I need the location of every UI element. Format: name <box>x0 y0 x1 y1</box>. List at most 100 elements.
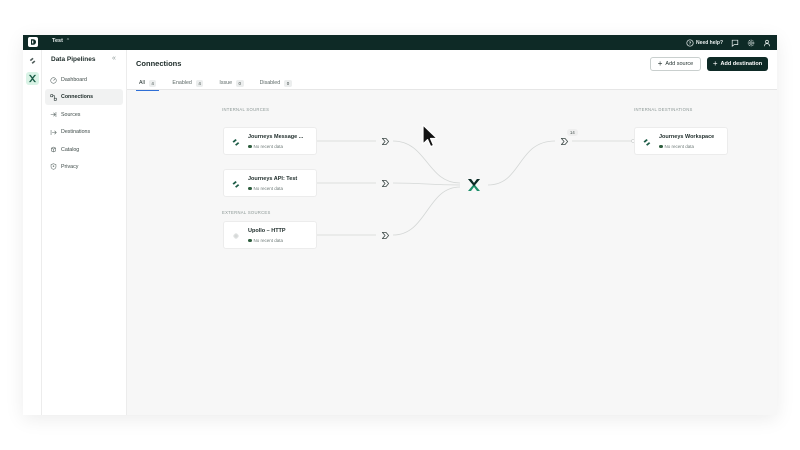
app-rail <box>23 50 42 415</box>
privacy-icon <box>50 163 57 171</box>
node-status: No recent data <box>248 144 283 149</box>
node-status: No recent data <box>248 238 283 243</box>
node-status: No recent data <box>659 144 694 149</box>
sidebar-nav: Dashboard Connections Sources Destinatio… <box>45 72 123 176</box>
tab-count: 4 <box>195 79 204 87</box>
chevron-updown-icon: ⌃ <box>65 38 71 44</box>
page-title: Connections <box>136 59 182 68</box>
tab-issue[interactable]: Issue 0 <box>216 76 246 90</box>
rail-data-pipelines[interactable] <box>26 72 39 85</box>
connections-graph[interactable]: INTERNAL SOURCES EXTERNAL SOURCES INTERN… <box>127 91 777 415</box>
event-count-badge: 14 <box>567 129 578 136</box>
add-source-label: Add source <box>665 61 694 67</box>
transform-node-3[interactable] <box>377 227 393 243</box>
destination-node-journeys-workspace[interactable]: Journeys Workspace No recent data <box>634 127 728 155</box>
add-destination-label: Add destination <box>720 61 763 67</box>
transform-chevron-icon <box>381 179 389 187</box>
transform-node-1[interactable] <box>377 133 393 149</box>
transform-chevron-icon <box>381 231 389 239</box>
sidebar-item-sources[interactable]: Sources <box>45 107 123 123</box>
help-button[interactable]: ? Need help? <box>686 38 723 47</box>
plus-icon: + <box>657 59 663 68</box>
transform-chevron-icon <box>560 137 568 145</box>
app-window: Test ⌃ ? Need help? Data Pipelines « Das… <box>23 35 777 415</box>
tab-all[interactable]: All 4 <box>136 76 160 92</box>
node-status-text: No recent data <box>253 144 284 149</box>
pipelines-x-icon <box>468 179 480 191</box>
mouse-cursor-icon <box>422 124 438 148</box>
transform-node-2[interactable] <box>377 175 393 191</box>
sidebar-item-dashboard[interactable]: Dashboard <box>45 72 123 88</box>
tab-label: Enabled <box>172 80 192 86</box>
workspace-switcher[interactable]: Test ⌃ <box>52 38 70 44</box>
tab-disabled[interactable]: Disabled 0 <box>257 76 295 90</box>
tab-label: Disabled <box>259 80 281 86</box>
tab-count: 0 <box>284 79 292 87</box>
destinations-icon <box>50 129 57 135</box>
top-bar-actions: ? Need help? <box>686 37 771 48</box>
source-node-journeys-message[interactable]: Journeys Message ... No recent data <box>223 127 317 155</box>
wire-transform-3-hub <box>392 186 461 236</box>
sidebar-item-label: Privacy <box>61 163 79 170</box>
add-destination-button[interactable]: + Add destination <box>707 57 768 71</box>
journeys-icon <box>232 181 240 188</box>
help-label: Need help? <box>696 39 723 46</box>
collapse-sidebar-icon[interactable]: « <box>112 55 116 62</box>
brand-logo-icon[interactable] <box>28 37 38 47</box>
sidebar-item-label: Catalog <box>61 146 80 153</box>
user-icon[interactable] <box>763 39 771 47</box>
node-title: Journeys Workspace <box>659 134 715 140</box>
rail-journeys[interactable] <box>26 54 39 67</box>
node-status-text: No recent data <box>253 238 284 243</box>
wire-hub-transform <box>487 140 556 186</box>
journeys-icon <box>232 139 240 146</box>
pipeline-hub[interactable] <box>463 174 485 196</box>
sidebar: Data Pipelines « Dashboard Connections S… <box>42 50 127 415</box>
top-bar: Test ⌃ ? Need help? <box>23 35 777 50</box>
wire-transform-2-hub <box>392 182 461 186</box>
plus-icon: + <box>712 59 718 68</box>
workspace-name: Test <box>52 38 63 44</box>
sidebar-item-destinations[interactable]: Destinations <box>45 124 123 140</box>
internal-sources-label: INTERNAL SOURCES <box>222 107 270 112</box>
sidebar-item-label: Dashboard <box>61 77 87 83</box>
tab-enabled[interactable]: Enabled 4 <box>169 76 206 90</box>
node-title: Journeys Message ... <box>248 134 304 140</box>
svg-text:?: ? <box>689 40 692 45</box>
journeys-icon <box>29 57 36 64</box>
status-dot <box>248 186 252 191</box>
connections-icon <box>50 94 57 101</box>
transform-chevron-icon <box>381 137 389 145</box>
sources-icon <box>50 112 57 118</box>
sidebar-item-catalog[interactable]: Catalog <box>45 142 123 158</box>
status-dot <box>248 144 252 149</box>
source-node-upollo-http[interactable]: Upollo – HTTP No recent data <box>223 221 317 249</box>
filter-tabs: All 4 Enabled 4 Issue 0 Disabled 0 <box>136 76 295 92</box>
gauge-icon <box>50 76 57 84</box>
pipelines-x-icon <box>28 74 37 83</box>
tab-label: All <box>139 80 145 86</box>
node-status-text: No recent data <box>664 144 695 149</box>
gear-icon[interactable] <box>747 39 755 47</box>
source-node-journeys-api[interactable]: Journeys API: Test No recent data <box>223 169 317 197</box>
sidebar-item-label: Destinations <box>61 129 91 136</box>
tab-count: 4 <box>148 79 157 87</box>
tab-label: Issue <box>219 80 233 86</box>
sidebar-title: Data Pipelines <box>51 56 96 63</box>
page-header: Connections + Add source + Add destinati… <box>127 50 777 92</box>
external-sources-label: EXTERNAL SOURCES <box>222 210 271 215</box>
internal-destinations-label: INTERNAL DESTINATIONS <box>634 107 693 112</box>
status-dot <box>248 238 252 243</box>
chat-icon[interactable] <box>731 39 739 47</box>
help-circle-icon: ? <box>686 38 694 47</box>
node-title: Journeys API: Test <box>248 176 298 182</box>
tab-count: 0 <box>236 79 244 87</box>
sidebar-item-connections[interactable]: Connections <box>45 89 123 106</box>
main-content: Connections + Add source + Add destinati… <box>127 50 777 415</box>
journeys-icon <box>643 139 651 146</box>
http-globe-icon <box>233 233 239 239</box>
sidebar-item-label: Sources <box>61 111 81 118</box>
sidebar-item-privacy[interactable]: Privacy <box>45 159 123 175</box>
add-source-button[interactable]: + Add source <box>650 57 701 71</box>
catalog-icon <box>51 146 56 153</box>
